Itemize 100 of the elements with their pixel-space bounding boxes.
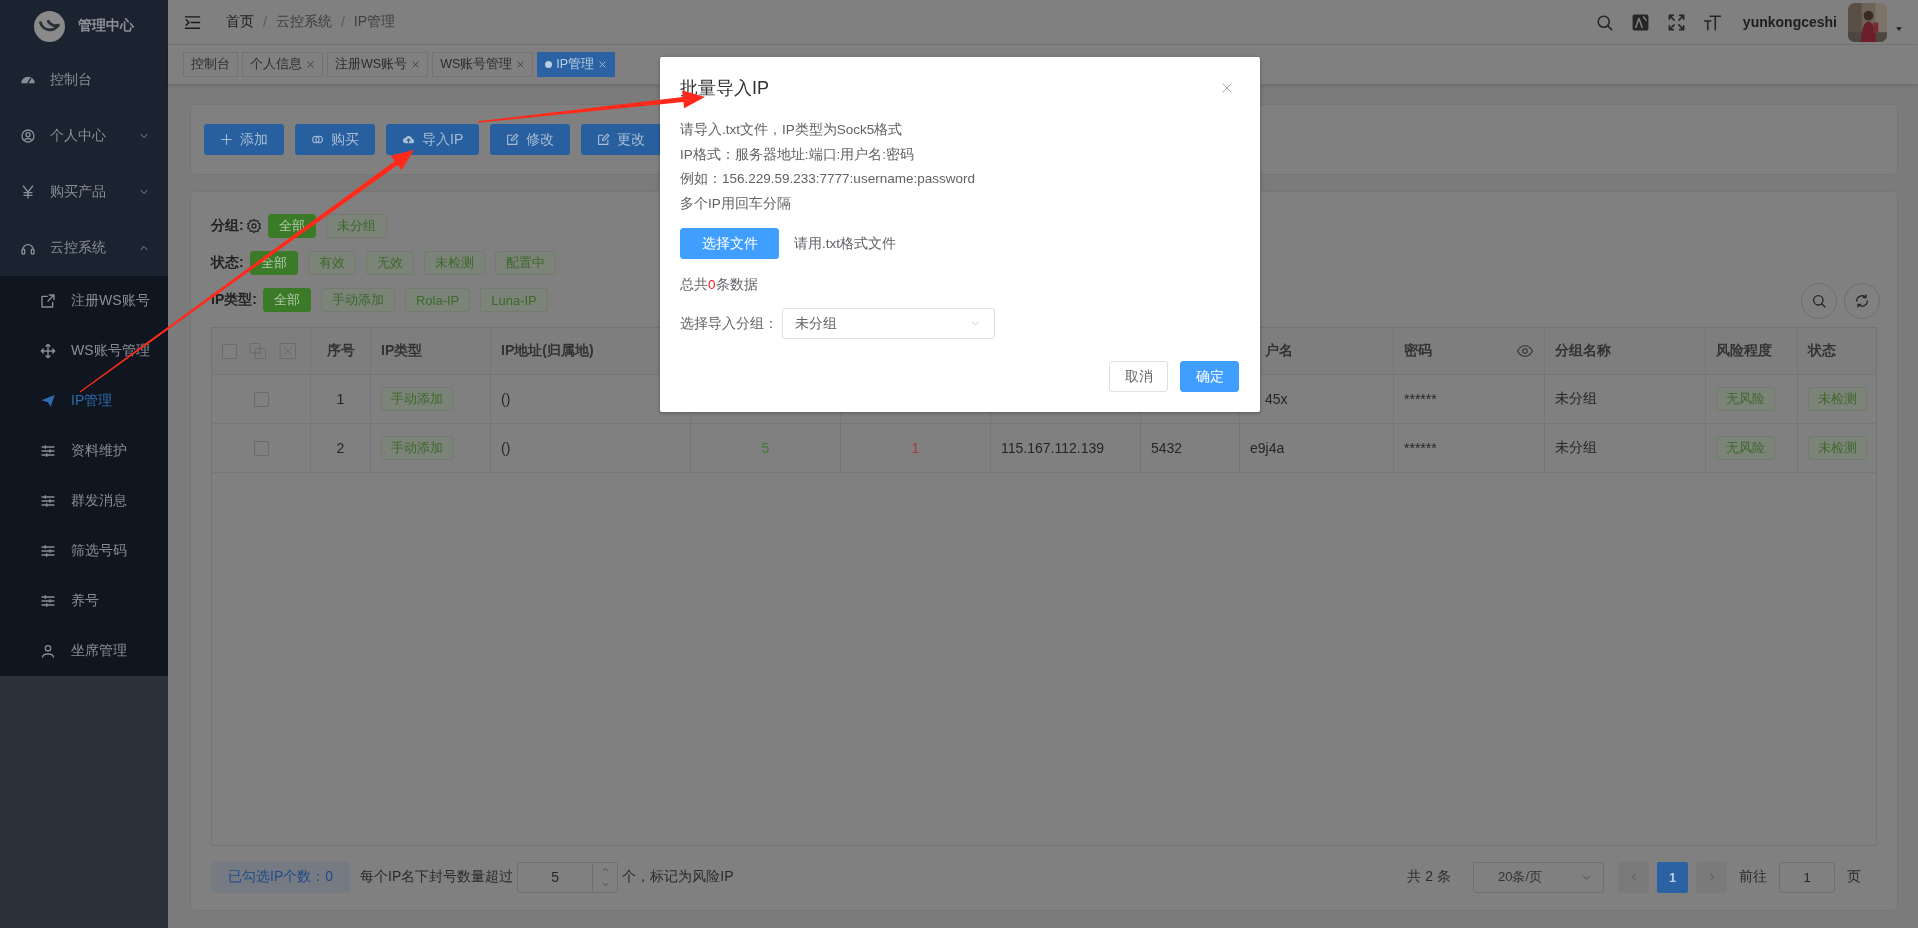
submenu-item[interactable]: 资料维护 (0, 426, 168, 476)
tab[interactable]: 控制台 (183, 52, 238, 77)
table-cell: ****** (1404, 391, 1437, 407)
external-link-icon (40, 293, 56, 309)
instruction-text: 请导入.txt文件，IP类型为Sock5格式 (680, 121, 904, 139)
choose-file-button[interactable]: 选择文件 (680, 228, 779, 259)
tab[interactable]: 注册WS账号 (327, 52, 429, 77)
edit-icon (506, 133, 520, 146)
threshold-suffix: 个，标记为风险IP (622, 868, 734, 886)
toolbar-button[interactable]: 添加 (204, 124, 284, 155)
username[interactable]: yunkongceshi (1742, 14, 1837, 30)
plus-icon (220, 133, 233, 146)
translate-icon (1630, 12, 1650, 32)
goto-label: 前往 (1739, 868, 1767, 886)
submenu-item[interactable]: 养号 (0, 576, 168, 626)
instruction-text: 例如：156.229.59.233:7777:username:password (680, 170, 976, 188)
page-button[interactable]: 1 (1657, 861, 1688, 893)
next-page-button[interactable] (1696, 861, 1727, 893)
table-cell: 1 (336, 391, 345, 407)
menu-item[interactable]: 购买产品 (0, 164, 168, 220)
app-title: 管理中心 (78, 17, 134, 35)
sliders-icon (40, 493, 56, 509)
search-icon (1594, 12, 1614, 32)
submenu-item[interactable]: 坐席管理 (0, 626, 168, 676)
filter-label: 分组: (211, 217, 244, 235)
file-hint: 请用.txt格式文件 (794, 234, 896, 253)
threshold-label: 每个IP名下封号数量超过 (360, 868, 514, 886)
tag: 手动添加 (381, 436, 453, 460)
tab[interactable]: 个人信息 (242, 52, 323, 77)
table-cell: e9j4a (1250, 440, 1285, 456)
menu-item[interactable]: 控制台 (0, 52, 168, 108)
toolbar-button[interactable]: 购买 (295, 124, 375, 155)
cancel-button[interactable]: 取消 (1109, 361, 1168, 392)
table-cell: 45x (1265, 391, 1288, 407)
field-label: 选择导入分组： (680, 314, 778, 333)
eye-icon (1516, 342, 1534, 360)
close-icon (1220, 81, 1234, 95)
total-count: 共 2 条 (1407, 868, 1451, 886)
search-button[interactable] (1801, 283, 1837, 319)
confirm-button[interactable]: 确定 (1180, 361, 1239, 392)
group-select[interactable]: 未分组 (782, 308, 995, 339)
close-icon (516, 60, 526, 69)
sliders-icon (40, 443, 56, 459)
user-icon (20, 128, 36, 144)
logo-icon (34, 10, 65, 42)
breadcrumb-link[interactable]: IP管理 (353, 13, 395, 31)
column-header: 分组名称 (1555, 342, 1611, 360)
column-header: 风险程度 (1716, 342, 1772, 360)
column-header: 密码 (1404, 342, 1432, 360)
table-cell: 1 (911, 440, 920, 456)
refresh-button[interactable] (1844, 283, 1880, 319)
close-icon (306, 60, 315, 69)
breadcrumb-link[interactable]: 首页 (226, 13, 254, 31)
number-field[interactable]: 5 (517, 861, 619, 893)
table-cell: 115.167.112.139 (1001, 440, 1105, 456)
page-unit: 页 (1847, 868, 1861, 886)
instruction-text: IP格式：服务器地址:端口:用户名:密码 (680, 145, 915, 164)
search-icon (1811, 293, 1827, 309)
refresh-icon (1854, 293, 1870, 309)
submenu-item[interactable]: 筛选号码 (0, 526, 168, 576)
column-header: 户名 (1265, 342, 1293, 360)
table-cell: 5432 (1151, 440, 1183, 456)
table-cell: 未分组 (1555, 390, 1597, 408)
tab[interactable]: WS账号管理 (432, 52, 534, 77)
selected-count: 已勾选IP个数：0 (211, 861, 350, 893)
menu-item[interactable]: 个人中心 (0, 108, 168, 164)
filter-tag[interactable]: 全部 (262, 288, 311, 312)
table-cell: 2 (336, 440, 345, 456)
text-size-icon (1702, 12, 1722, 32)
column-header: 序号 (326, 342, 355, 360)
page-size-select[interactable]: 20条/页 (1473, 861, 1604, 893)
sliders-icon (40, 593, 56, 609)
column-header: 状态 (1808, 342, 1836, 360)
breadcrumb-link[interactable]: 云控系统 (275, 13, 332, 31)
submenu-item[interactable]: IP管理 (0, 376, 168, 426)
move-icon (40, 343, 56, 359)
submenu-item[interactable]: 群发消息 (0, 476, 168, 526)
page-field[interactable]: 1 (1779, 861, 1835, 893)
rings-icon (311, 133, 324, 146)
tag: 无风险 (1716, 387, 1775, 411)
close-icon (598, 60, 608, 69)
toolbar-button[interactable]: 导入IP (386, 124, 480, 155)
menu-icon (184, 13, 201, 31)
submenu-item[interactable]: 注册WS账号 (0, 276, 168, 326)
yen-icon (20, 184, 36, 200)
tab[interactable]: IP管理 (537, 52, 616, 77)
tag: 无风险 (1716, 436, 1775, 460)
tag: 手动添加 (381, 387, 453, 411)
menu-item[interactable]: 云控系统 (0, 220, 168, 276)
table-cell: ****** (1404, 440, 1437, 456)
table-cell: () (501, 391, 511, 407)
column-header: IP地址(归属地) (501, 342, 594, 360)
toolbar-button[interactable]: 修改 (490, 124, 571, 155)
user-icon (40, 643, 56, 659)
edit-icon (597, 133, 611, 146)
instruction-text: 多个IP用回车分隔 (680, 194, 792, 213)
toolbar-button[interactable]: 更改 (581, 124, 662, 155)
tag: 未检测 (1808, 436, 1867, 460)
filter-label: 状态: (211, 254, 244, 272)
send-icon (40, 393, 56, 409)
